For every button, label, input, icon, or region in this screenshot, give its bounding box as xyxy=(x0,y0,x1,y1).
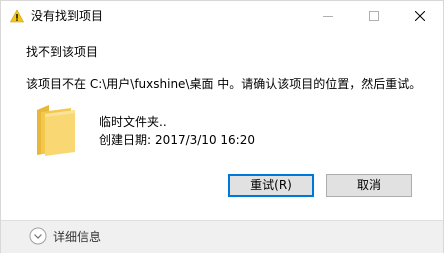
title-bar[interactable]: 没有找到项目 xyxy=(1,1,443,31)
close-icon xyxy=(415,11,425,21)
item-date-value: 2017/3/10 16:20 xyxy=(155,133,255,147)
close-button[interactable] xyxy=(397,1,443,31)
dialog-window: 没有找到项目 找不到该项目 该项目不在 C:\用户\fuxshine\桌面 中。… xyxy=(0,0,444,253)
retry-button[interactable]: 重试(R) xyxy=(228,174,314,197)
minimize-icon xyxy=(323,16,333,17)
dialog-message: 该项目不在 C:\用户\fuxshine\桌面 中。请确认该项目的位置，然后重试… xyxy=(26,77,422,91)
item-name: 临时文件夹.. xyxy=(99,115,167,129)
chevron-down-icon[interactable] xyxy=(29,227,47,245)
maximize-button[interactable] xyxy=(351,1,397,31)
minimize-button[interactable] xyxy=(305,1,351,31)
folder-icon xyxy=(37,105,75,156)
cancel-button[interactable]: 取消 xyxy=(326,174,412,197)
item-date-label: 创建日期: xyxy=(99,133,152,147)
details-toggle-label[interactable]: 详细信息 xyxy=(53,229,101,245)
item-created-date: 创建日期: 2017/3/10 16:20 xyxy=(99,132,255,148)
maximize-icon xyxy=(369,11,379,21)
dialog-heading: 找不到该项目 xyxy=(26,45,99,59)
window-title: 没有找到项目 xyxy=(31,9,104,23)
warning-icon xyxy=(10,9,24,23)
